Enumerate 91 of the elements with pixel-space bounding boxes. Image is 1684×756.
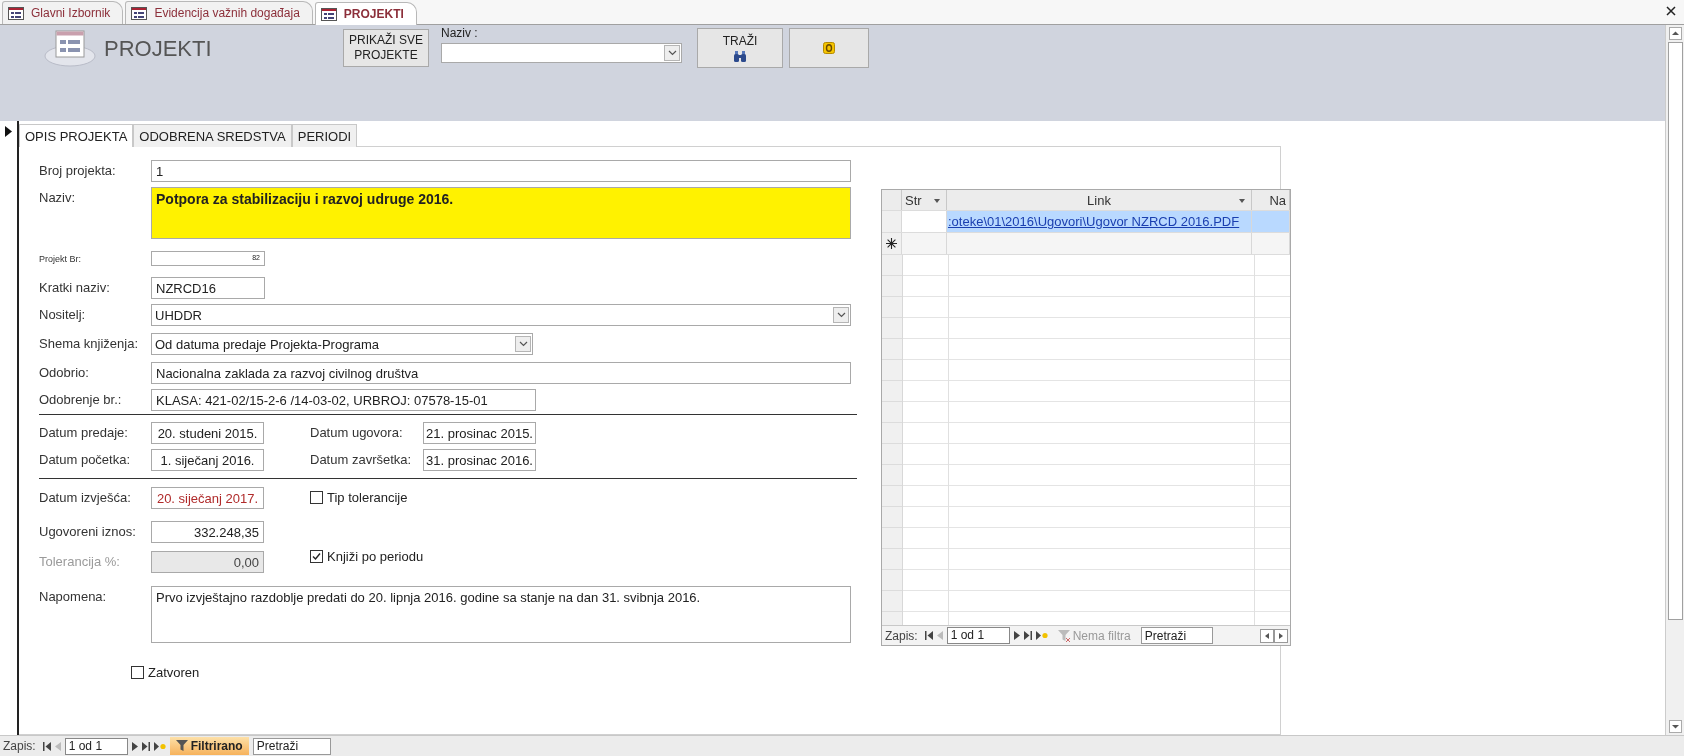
checkbox-label: Tip tolerancije — [327, 490, 408, 505]
date-field[interactable]: 20. studeni 2015. — [151, 422, 264, 444]
chevron-down-icon[interactable] — [664, 45, 680, 61]
number-field[interactable]: 332.248,35 — [151, 521, 264, 543]
field-label: Broj projekta: — [39, 162, 117, 178]
text-field[interactable]: Potpora za stabilizaciju i razvoj udruge 2016. — [151, 187, 851, 239]
field-label: Naziv: — [39, 189, 77, 205]
vertical-scrollbar[interactable] — [1665, 25, 1684, 735]
text-field[interactable]: KLASA: 421-02/15-2-6 /14-03-02, URBROJ: 07578-15-01 — [151, 389, 536, 411]
field-label: Ugovoreni iznos: — [39, 523, 137, 539]
text-field[interactable]: 1 — [151, 160, 851, 182]
field-label: Kratki naziv: — [39, 279, 111, 295]
scroll-down-icon[interactable] — [1668, 720, 1682, 733]
combo-box[interactable]: UHDDR — [151, 304, 851, 326]
combo-box[interactable]: Od datuma predaje Projekta-Programa — [151, 333, 533, 355]
record-label: Zapis: — [3, 739, 36, 753]
scroll-right-icon[interactable] — [1274, 628, 1288, 643]
document-tab[interactable]: PROJEKTI — [314, 2, 417, 25]
form-tab[interactable]: ODOBRENA SREDSTVA — [133, 124, 292, 147]
caret-icon[interactable] — [934, 199, 940, 203]
last-record-icon[interactable] — [1023, 631, 1032, 640]
form-icon — [8, 6, 24, 20]
show-all-button[interactable]: PRIKAŽI SVE PROJEKTE — [343, 29, 429, 67]
checkbox-label: Zatvoren — [148, 665, 200, 680]
record-label: Zapis: — [885, 628, 918, 643]
first-record-icon[interactable] — [924, 631, 933, 640]
link-cell[interactable]: :oteke\01\2016\Ugovori\Ugovor NZRCD 2016.PDF — [947, 211, 1252, 232]
column-header[interactable]: Str — [902, 190, 947, 210]
field-label: Nositelj: — [39, 306, 87, 322]
column-header[interactable]: Link — [947, 190, 1252, 210]
field-label: Datum predaje: — [39, 424, 129, 440]
form-icon — [320, 7, 337, 21]
new-row-selector[interactable] — [882, 233, 902, 254]
field-label: Datum ugovora: — [310, 424, 404, 440]
text-field[interactable]: NZRCD16 — [151, 277, 265, 299]
form-tab[interactable]: OPIS PROJEKTA — [19, 124, 134, 147]
new-row-cell[interactable] — [947, 233, 1252, 254]
text-field[interactable]: Nacionalna zaklada za razvoj civilnog društva — [151, 362, 851, 384]
date-field[interactable]: 20. siječanj 2017. — [151, 487, 264, 509]
document-tab[interactable]: Glavni Izbornik — [2, 1, 124, 24]
search-field[interactable]: Pretraži — [1140, 627, 1213, 644]
date-field[interactable]: 31. prosinac 2016. — [423, 449, 536, 471]
date-field[interactable]: 21. prosinac 2015. — [423, 422, 536, 444]
binoculars-icon — [733, 51, 747, 62]
column-header[interactable]: Na — [1252, 190, 1290, 210]
form-icon — [131, 6, 148, 20]
filter-icon — [175, 740, 188, 752]
field-label: Napomena: — [39, 588, 108, 604]
new-row-cell[interactable] — [1252, 233, 1290, 254]
field-label: Projekt Br: — [39, 253, 82, 264]
first-record-icon[interactable] — [42, 741, 51, 751]
next-record-icon[interactable] — [131, 741, 138, 751]
field-label: Datum početka: — [39, 451, 132, 467]
form-tab[interactable]: PERIODI — [291, 124, 358, 147]
caret-icon[interactable] — [1239, 199, 1245, 203]
chevron-down-icon[interactable] — [515, 336, 531, 352]
date-field[interactable]: 1. siječanj 2016. — [151, 449, 264, 471]
new-record-icon — [886, 238, 897, 249]
field-label: Odobrenje br.: — [39, 391, 123, 407]
record-position-field[interactable]: 1 od 1 — [64, 737, 128, 755]
checkbox[interactable] — [131, 666, 144, 679]
document-tab[interactable]: Evidencija važnih događaja — [125, 1, 313, 24]
form-title: PROJEKTI — [104, 36, 212, 62]
select-all-cell[interactable] — [882, 190, 902, 210]
file-link[interactable]: :oteke\01\2016\Ugovori\Ugovor NZRCD 2016.PDF — [948, 214, 1240, 229]
checkbox[interactable] — [310, 550, 323, 563]
last-record-icon[interactable] — [141, 741, 150, 751]
outlook-icon — [823, 42, 835, 54]
search-field[interactable]: Pretraži — [252, 737, 331, 755]
field-label: Datum završetka: — [310, 451, 413, 467]
new-row-cell[interactable] — [902, 233, 947, 254]
field-label: Tolerancija %: — [39, 553, 121, 569]
search-label: Naziv : — [441, 26, 479, 40]
filter-icon — [1057, 629, 1070, 642]
scroll-up-icon[interactable] — [1668, 27, 1682, 40]
filter-button[interactable]: Filtrirano — [169, 737, 249, 755]
note-field[interactable]: Prvo izvještajno razdoblje predati do 20. lipnja 2016. godine sa stanje na dan 31. svibnja 2016. — [151, 586, 851, 643]
current-record-icon — [5, 126, 12, 137]
chevron-down-icon[interactable] — [833, 307, 849, 323]
scroll-left-icon[interactable] — [1260, 628, 1274, 643]
field-label: Shema knjiženja: — [39, 335, 139, 351]
new-record-icon[interactable] — [1035, 631, 1048, 640]
next-record-icon[interactable] — [1013, 631, 1020, 640]
search-button[interactable]: TRAŽI — [697, 28, 783, 68]
new-record-icon[interactable] — [153, 741, 166, 751]
close-icon[interactable] — [1664, 4, 1678, 18]
field-label: Odobrio: — [39, 364, 90, 380]
field-label: Datum izvješća: — [39, 489, 132, 505]
checkbox[interactable] — [310, 491, 323, 504]
checkbox-label: Knjiži po periodu — [327, 549, 424, 564]
record-position-field[interactable]: 1 od 1 — [946, 627, 1010, 644]
